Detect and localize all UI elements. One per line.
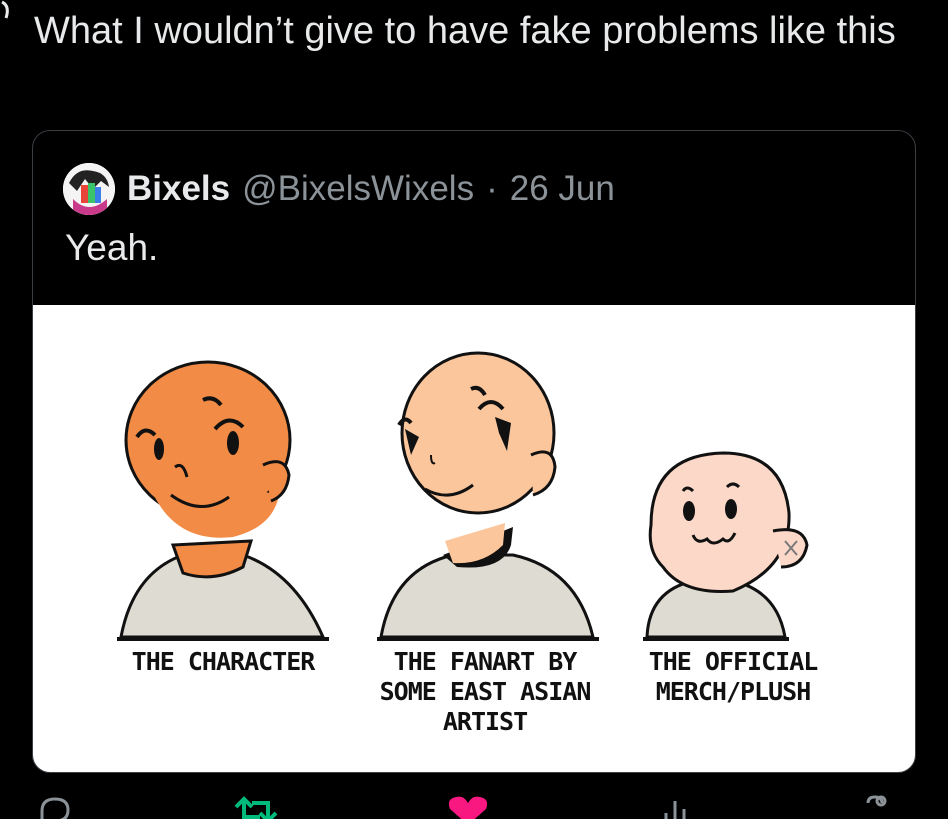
character-figure: [377, 351, 599, 641]
tweet-date[interactable]: 26 Jun: [510, 169, 615, 209]
partial-avatar-edge: [1, 0, 9, 19]
quoted-tweet-header: Bixels @BixelsWixels · 26 Jun: [63, 163, 615, 215]
bookmark-button[interactable]: [860, 795, 890, 819]
caption-merch: THE OFFICIAL MERCH/PLUSH: [648, 647, 819, 706]
views-icon: [664, 801, 686, 819]
reply-button[interactable]: [38, 795, 72, 819]
tweet-action-bar: [0, 795, 948, 819]
reply-icon: [40, 797, 70, 819]
like-button[interactable]: [446, 795, 490, 819]
quoted-tweet-card[interactable]: Bixels @BixelsWixels · 26 Jun Yeah. THE …: [32, 130, 916, 773]
avatar[interactable]: [63, 163, 115, 215]
character-figure: [643, 451, 809, 641]
retweet-button[interactable]: [232, 795, 280, 819]
retweet-icon: [234, 796, 278, 819]
tweet-text: What I wouldn’t give to have fake proble…: [34, 10, 896, 52]
author-name[interactable]: Bixels: [127, 169, 230, 209]
meta-separator: ·: [486, 169, 498, 208]
comic-image[interactable]: THE CHARACTER THE FANART BY SOME EAST AS…: [33, 305, 915, 772]
caption-character: THE CHARACTER: [131, 647, 316, 676]
caption-fanart: THE FANART BY SOME EAST ASIAN ARTIST: [379, 647, 592, 736]
like-icon: [448, 796, 488, 819]
tweet-page: What I wouldn’t give to have fake proble…: [0, 0, 948, 819]
quoted-tweet-text: Yeah.: [65, 227, 159, 268]
bookmark-icon: [866, 795, 887, 807]
views-button[interactable]: [660, 795, 690, 819]
author-handle[interactable]: @BixelsWixels: [242, 169, 474, 209]
character-figure: [117, 360, 329, 641]
